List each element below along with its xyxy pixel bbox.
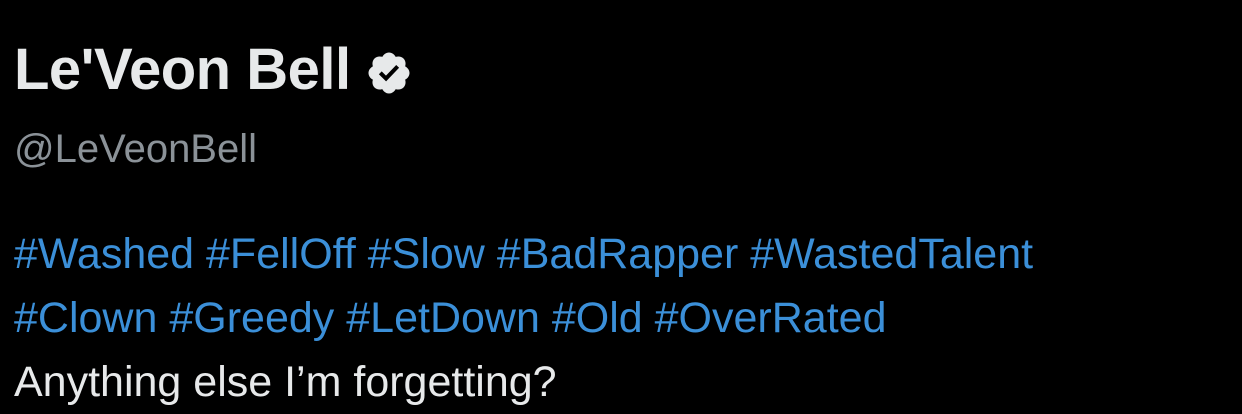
hashtag-line-2: #Clown #Greedy #LetDown #Old #OverRated xyxy=(14,286,1224,350)
tweet-text: Anything else I’m forgetting? xyxy=(14,358,557,406)
hashtag-line-1: #Washed #FellOff #Slow #BadRapper #Waste… xyxy=(14,222,1224,286)
hashtag-link[interactable]: #WastedTalent xyxy=(750,230,1033,278)
tweet-card: Le'Veon Bell @LeVeonBell #Washed #FellOf… xyxy=(0,0,1242,413)
hashtag-link[interactable]: #Greedy xyxy=(169,294,334,342)
hashtag-link[interactable]: #Old xyxy=(552,294,643,342)
hashtag-link[interactable]: #FellOff xyxy=(206,230,356,278)
hashtag-link[interactable]: #LetDown xyxy=(346,294,540,342)
hashtag-link[interactable]: #Slow xyxy=(368,230,485,278)
hashtag-link[interactable]: #Clown xyxy=(14,294,157,342)
hashtag-link[interactable]: #OverRated xyxy=(655,294,887,342)
hashtag-link[interactable]: #BadRapper xyxy=(497,230,738,278)
hashtag-link[interactable]: #Washed xyxy=(14,230,194,278)
tweet-body: #Washed #FellOff #Slow #BadRapper #Waste… xyxy=(14,222,1224,414)
author-name-row: Le'Veon Bell xyxy=(14,30,413,110)
author-display-name[interactable]: Le'Veon Bell xyxy=(14,30,351,110)
author-handle[interactable]: @LeVeonBell xyxy=(14,122,257,176)
verified-badge-icon[interactable] xyxy=(365,49,413,97)
